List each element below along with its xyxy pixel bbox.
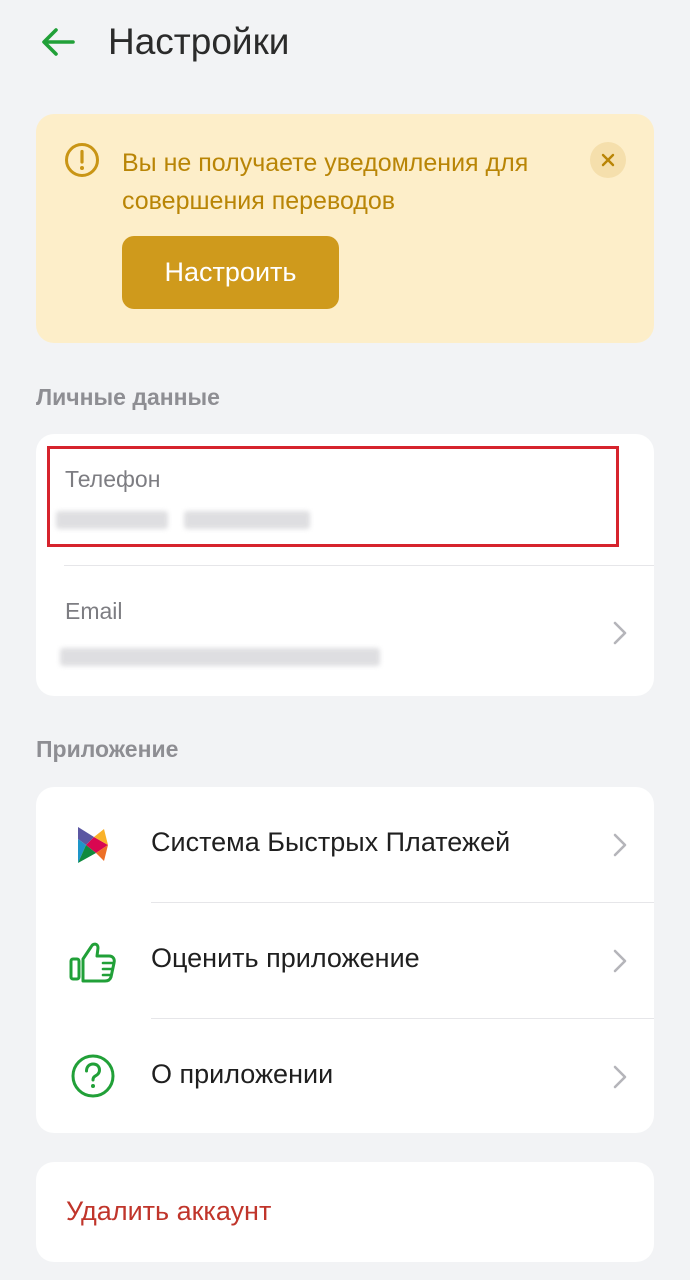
question-circle-icon (71, 1054, 115, 1098)
phone-row[interactable]: Телефон (36, 434, 654, 565)
email-row[interactable]: Email (36, 566, 654, 696)
app-settings-card: Система Быстрых Платежей Оценить приложе… (36, 787, 654, 1133)
sbp-row[interactable]: Система Быстрых Платежей (36, 787, 654, 903)
personal-data-card: Телефон Email (36, 434, 654, 696)
arrow-left-icon (42, 28, 75, 56)
about-app-label: О приложении (151, 1059, 334, 1089)
section-title-app: Приложение (36, 736, 179, 762)
chevron-right-icon (613, 1065, 627, 1089)
exclamation-circle-icon (65, 143, 99, 177)
notification-warning-banner: Вы не получаете уведомления для совершен… (36, 114, 654, 343)
email-label: Email (65, 598, 123, 624)
rate-app-row[interactable]: Оценить приложение (36, 903, 654, 1019)
rate-app-label: Оценить приложение (151, 943, 420, 973)
delete-account-button[interactable]: Удалить аккаунт (66, 1196, 271, 1227)
banner-close-button[interactable] (590, 142, 626, 178)
page-title: Настройки (108, 21, 290, 62)
sbp-label: Система Быстрых Платежей (151, 827, 511, 857)
about-app-row[interactable]: О приложении (36, 1019, 654, 1133)
chevron-right-icon (613, 833, 627, 857)
configure-notifications-button[interactable]: Настроить (122, 236, 339, 309)
section-title-personal: Личные данные (36, 384, 220, 410)
sbp-logo-icon (78, 827, 108, 863)
back-button[interactable] (34, 22, 82, 62)
app-header: Настройки (0, 0, 690, 86)
thumbs-up-icon (69, 942, 116, 983)
banner-message: Вы не получаете уведомления для совершен… (122, 149, 529, 215)
chevron-right-icon (613, 621, 627, 645)
chevron-right-icon (613, 949, 627, 973)
delete-account-card[interactable]: Удалить аккаунт (36, 1162, 654, 1262)
phone-label: Телефон (65, 466, 161, 492)
close-icon (601, 153, 615, 167)
